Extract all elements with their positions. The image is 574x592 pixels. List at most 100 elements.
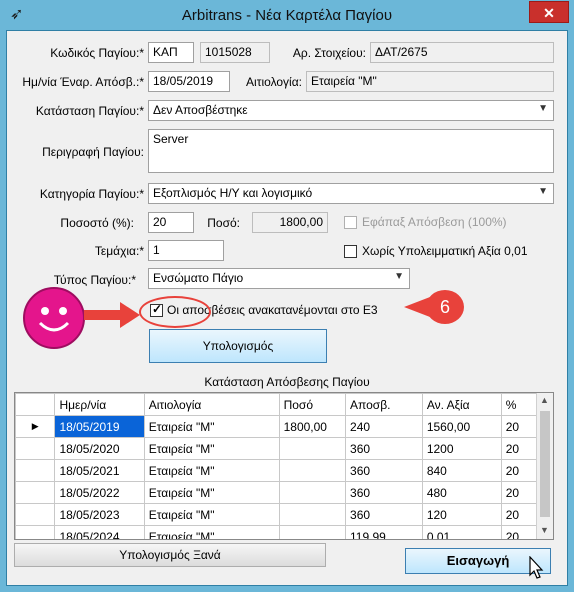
table-row[interactable]: 18/05/2024 Εταιρεία "Μ" 119,99 0,01 20	[15, 525, 538, 539]
table-cell[interactable]: 18/05/2020	[54, 437, 145, 460]
table-cell[interactable]: 360	[345, 481, 423, 504]
code-number-field: 1015028	[200, 42, 270, 63]
table-cell[interactable]: 360	[345, 459, 423, 482]
description-label: Περιγραφή Παγίου:	[42, 145, 144, 159]
scrollbar-thumb[interactable]	[540, 411, 550, 517]
code-prefix-field[interactable]: ΚΑΠ	[148, 42, 194, 63]
smiley-icon	[23, 287, 85, 349]
row-header	[15, 459, 56, 482]
window-title: Arbitrans - Νέα Καρτέλα Παγίου	[181, 7, 393, 24]
row-header	[15, 481, 56, 504]
code-label: Κωδικός Παγίου:*	[50, 46, 144, 60]
depreciation-grid[interactable]: Ημερ/νία Αιτιολογία Ποσό Αποσβ. Αν. Αξία…	[14, 392, 554, 540]
chevron-down-icon: ▼	[394, 271, 404, 282]
chevron-down-icon: ▼	[538, 103, 548, 114]
table-cell[interactable]: Εταιρεία "Μ"	[143, 459, 280, 482]
status-label: Κατάσταση Παγίου:*	[35, 104, 144, 118]
grid-header-row: Ημερ/νία Αιτιολογία Ποσό Αποσβ. Αν. Αξία…	[15, 393, 538, 416]
type-value: Ενσώματο Πάγιο	[153, 271, 244, 285]
column-header[interactable]: Αποσβ.	[345, 393, 423, 416]
table-cell[interactable]: 240	[345, 415, 423, 438]
start-date-field[interactable]: 18/05/2019	[148, 71, 230, 92]
table-cell[interactable]: 18/05/2024	[54, 525, 145, 539]
element-no-label: Αρ. Στοιχείου:	[292, 46, 366, 60]
start-date-label: Ημ/νία Έναρ. Απόσβ.:*	[22, 75, 144, 89]
column-header[interactable]: Ημερ/νία	[54, 393, 145, 416]
no-residual-checkbox[interactable]	[344, 245, 357, 258]
column-header[interactable]: Αιτιολογία	[143, 393, 280, 416]
table-cell[interactable]: 119,99	[345, 525, 423, 539]
category-label: Κατηγορία Παγίου:*	[39, 187, 144, 201]
table-row[interactable]: 18/05/2021 Εταιρεία "Μ" 360 840 20	[15, 459, 538, 482]
table-cell[interactable]: 20	[500, 415, 538, 438]
table-cell[interactable]: 360	[345, 503, 423, 526]
table-cell[interactable]: 20	[500, 459, 538, 482]
table-row[interactable]: 18/05/2020 Εταιρεία "Μ" 360 1200 20	[15, 437, 538, 460]
app-window: ➶ Arbitrans - Νέα Καρτέλα Παγίου ✕ Κωδικ…	[0, 0, 574, 592]
one-time-label: Εφάπαξ Απόσβεση (100%)	[362, 215, 507, 229]
table-cell[interactable]	[278, 459, 347, 482]
scroll-down-icon[interactable]: ▼	[540, 525, 549, 535]
table-row[interactable]: 18/05/2022 Εταιρεία "Μ" 360 480 20	[15, 481, 538, 504]
pieces-label: Τεμάχια:*	[94, 244, 144, 258]
percent-field[interactable]: 20	[148, 212, 194, 233]
reason-label: Αιτιολογία:	[246, 75, 302, 89]
table-cell[interactable]: Εταιρεία "Μ"	[143, 437, 280, 460]
percent-label: Ποσοστό (%):	[60, 216, 134, 230]
category-value: Εξοπλισμός Η/Υ και λογισμικό	[153, 186, 313, 200]
table-cell[interactable]: 480	[421, 481, 502, 504]
status-value: Δεν Αποσβέστηκε	[153, 103, 248, 117]
table-cell[interactable]: 1200	[421, 437, 502, 460]
row-header	[15, 437, 56, 460]
table-cell[interactable]: 120	[421, 503, 502, 526]
table-cell[interactable]: Εταιρεία "Μ"	[143, 481, 280, 504]
table-cell[interactable]: 20	[500, 437, 538, 460]
table-cell[interactable]: 18/05/2021	[54, 459, 145, 482]
table-cell[interactable]: 360	[345, 437, 423, 460]
table-cell[interactable]: 0,01	[421, 525, 502, 539]
table-cell[interactable]: Εταιρεία "Μ"	[143, 415, 280, 438]
table-cell[interactable]: 18/05/2022	[54, 481, 145, 504]
status-select[interactable]: Δεν Αποσβέστηκε ▼	[148, 100, 554, 121]
grid-title: Κατάσταση Απόσβεσης Παγίου	[204, 375, 370, 389]
table-cell[interactable]: 20	[500, 481, 538, 504]
table-cell[interactable]: 18/05/2019	[54, 415, 145, 438]
table-cell[interactable]: Εταιρεία "Μ"	[143, 525, 280, 539]
table-cell[interactable]: Εταιρεία "Μ"	[143, 503, 280, 526]
current-row-indicator: ▶	[15, 415, 56, 438]
table-cell[interactable]	[278, 437, 347, 460]
table-cell[interactable]: 1800,00	[278, 415, 347, 438]
amount-label: Ποσό:	[207, 216, 240, 230]
scroll-up-icon[interactable]: ▲	[540, 395, 549, 405]
element-no-field: ΔΑΤ/2675	[370, 42, 554, 63]
row-header-corner	[15, 393, 56, 416]
table-cell[interactable]	[278, 525, 347, 539]
arrow-right-icon	[84, 302, 140, 328]
table-row[interactable]: ▶ 18/05/2019 Εταιρεία "Μ" 1800,00 240 15…	[15, 415, 538, 438]
grid-vertical-scrollbar[interactable]: ▲ ▼	[536, 393, 553, 539]
table-cell[interactable]: 18/05/2023	[54, 503, 145, 526]
table-row[interactable]: 18/05/2023 Εταιρεία "Μ" 360 120 20	[15, 503, 538, 526]
step-badge: 6	[426, 290, 464, 324]
category-select[interactable]: Εξοπλισμός Η/Υ και λογισμικό ▼	[148, 183, 554, 204]
type-select[interactable]: Ενσώματο Πάγιο ▼	[148, 268, 410, 289]
table-cell[interactable]: 1560,00	[421, 415, 502, 438]
table-cell[interactable]	[278, 503, 347, 526]
close-button[interactable]: ✕	[529, 1, 569, 23]
calculate-button[interactable]: Υπολογισμός	[149, 329, 327, 363]
table-cell[interactable]: 20	[500, 503, 538, 526]
title-bar: ➶ Arbitrans - Νέα Καρτέλα Παγίου ✕	[0, 0, 574, 30]
table-cell[interactable]: 840	[421, 459, 502, 482]
reason-field: Εταιρεία "Μ"	[306, 71, 554, 92]
column-header[interactable]: Αν. Αξία	[421, 393, 502, 416]
recalculate-button[interactable]: Υπολογισμός Ξανά	[14, 543, 326, 567]
column-header[interactable]: %	[500, 393, 538, 416]
one-time-checkbox[interactable]	[344, 216, 357, 229]
highlight-ellipse	[139, 296, 211, 328]
pieces-field[interactable]: 1	[148, 240, 224, 261]
description-textarea[interactable]: Server	[148, 129, 554, 173]
table-cell[interactable]	[278, 481, 347, 504]
type-label: Τύπος Παγίου:*	[53, 273, 136, 287]
column-header[interactable]: Ποσό	[278, 393, 347, 416]
table-cell[interactable]: 20	[500, 525, 538, 539]
